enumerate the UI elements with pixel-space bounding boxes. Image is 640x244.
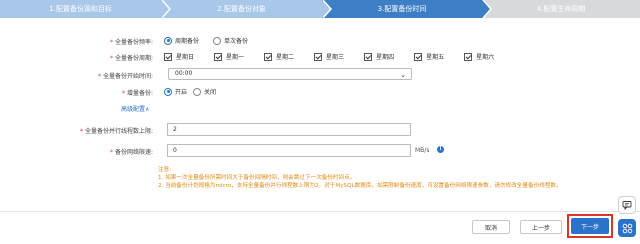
notice-line-1: 1. 如果一次全量备份所需时间大于备份间隔时间，则会跳过下一次备份时间点。	[158, 175, 356, 181]
checkbox-icon	[164, 52, 172, 61]
checkbox-wednesday[interactable]: 星期三	[314, 52, 344, 61]
checkbox-saturday[interactable]: 星期六	[464, 52, 494, 61]
backup-time-form: * 全量备份频率: 周期备份 单次备份 * 全量备份周期: 星期日 星期一 星期二 …	[0, 22, 640, 212]
checkbox-icon	[314, 52, 323, 61]
info-icon[interactable]: i	[437, 146, 444, 153]
checkbox-icon	[364, 52, 373, 61]
notice-line-2: 2. 当前备份计划规格为micro，支持全量备份并行线程数上限为2。对于MySQ…	[158, 183, 562, 189]
step-2-label: 2.配置备份对象	[217, 5, 266, 13]
wizard-stepper: 1.配置备份源和目标 2.配置备份对象 3.配置备份时间 4.配置生命周期	[0, 0, 640, 19]
step-2[interactable]: 2.配置备份对象	[161, 0, 332, 19]
step-4-label: 4.配置生命周期	[536, 5, 586, 13]
incremental-label: * 增量备份:	[121, 90, 153, 97]
advanced-config-toggle[interactable]: 高级配置∧	[121, 104, 149, 113]
full-backup-start-label: * 全量备份开始时间:	[97, 73, 153, 80]
checkbox-thursday[interactable]: 星期四	[364, 52, 394, 61]
radio-icon	[193, 87, 202, 96]
full-backup-freq-label: * 全量备份频率:	[109, 39, 153, 46]
checkbox-icon	[264, 52, 273, 61]
incremental-group: 开启 关闭	[164, 87, 230, 96]
chevron-down-icon: ⌄	[400, 71, 406, 79]
grid-icon[interactable]	[618, 219, 636, 237]
full-backup-freq-group: 周期备份 单次备份	[164, 36, 262, 45]
radio-incremental-off[interactable]: 关闭	[193, 87, 216, 96]
notice-text: 注意: 1. 如果一次全量备份所需时间大于备份间隔时间，则会跳过下一次备份时间点…	[158, 166, 578, 190]
radio-icon	[164, 36, 172, 45]
notice-title: 注意:	[158, 167, 172, 173]
radio-icon	[164, 87, 172, 96]
start-time-select[interactable]: 00:00 ⌄	[168, 68, 412, 80]
checkbox-icon	[214, 52, 223, 61]
radio-single[interactable]: 单次备份	[213, 36, 248, 45]
step-3-label: 3.配置备份时间	[377, 5, 427, 13]
step-1[interactable]: 1.配置备份源和目标	[0, 0, 171, 19]
full-backup-period-label: * 全量备份周期:	[109, 55, 153, 62]
radio-periodic[interactable]: 周期备份	[164, 36, 199, 45]
checkbox-icon	[414, 52, 423, 61]
checkbox-sunday[interactable]: 星期日	[164, 52, 194, 61]
checkbox-icon	[464, 52, 473, 61]
step-1-label: 1.配置备份源和目标	[49, 5, 112, 13]
step-4[interactable]: 4.配置生命周期	[482, 0, 640, 18]
cancel-button[interactable]: 取消	[472, 220, 510, 234]
net-speed-label: * 备份网络限速:	[109, 149, 153, 156]
highlight-box	[567, 214, 613, 238]
net-speed-unit: MB/s	[415, 147, 430, 154]
net-speed-input[interactable]: 0	[167, 144, 411, 157]
radio-icon	[213, 36, 222, 45]
parallel-limit-input[interactable]: 2	[167, 123, 411, 136]
prev-step-button[interactable]: 上一步	[520, 220, 562, 234]
start-time-value: 00:00	[175, 70, 193, 77]
checkbox-tuesday[interactable]: 星期二	[264, 52, 294, 61]
step-3-active[interactable]: 3.配置备份时间	[322, 0, 492, 19]
checkbox-monday[interactable]: 星期一	[214, 52, 244, 61]
chat-icon[interactable]	[618, 196, 636, 214]
radio-incremental-on[interactable]: 开启	[164, 87, 187, 96]
weekday-checkbox-group: 星期日 星期一 星期二 星期三 星期四 星期五 星期六	[164, 52, 508, 61]
checkbox-friday[interactable]: 星期五	[414, 52, 444, 61]
parallel-limit-label: * 全量备份并行线程数上限:	[79, 128, 153, 135]
